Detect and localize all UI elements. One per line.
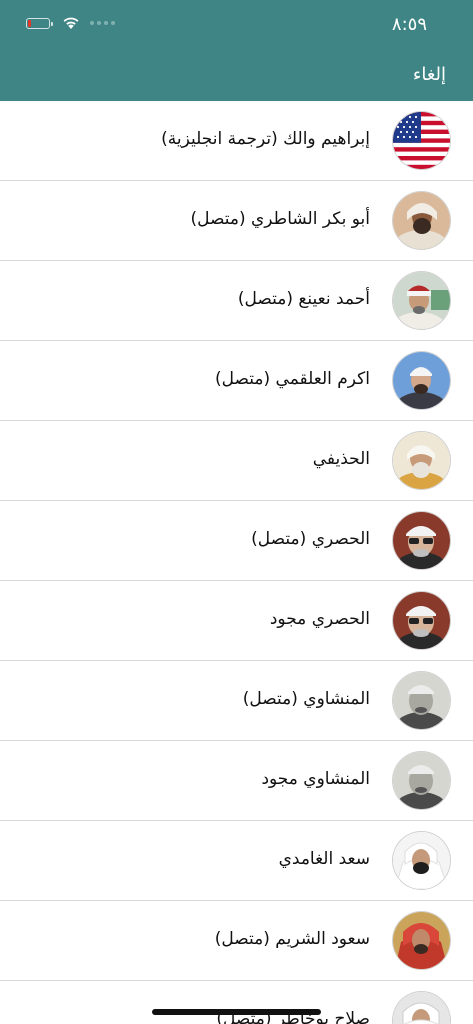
- status-indicators: [26, 16, 115, 30]
- reciter-name: سعود الشريم (متصل): [214, 929, 370, 949]
- us-flag-icon: [393, 112, 450, 169]
- list-item[interactable]: اكرم العلقمي (متصل): [0, 341, 473, 421]
- list-item[interactable]: الحذيفي: [0, 421, 473, 501]
- reciter-avatar: [393, 832, 450, 889]
- reciter-avatar: [393, 352, 450, 409]
- reciter-avatar: [393, 592, 450, 649]
- reciter-name: الحصري مجود: [269, 609, 370, 629]
- reciter-name: اكرم العلقمي (متصل): [215, 369, 370, 389]
- status-time: ٨:٥٩: [391, 14, 427, 35]
- reciter-avatar: [393, 672, 450, 729]
- reciter-list: إبراهيم والك (ترجمة انجليزية) أبو بكر ال…: [0, 101, 473, 1024]
- list-item[interactable]: صلاح بوخاطر (متصل): [0, 981, 473, 1024]
- reciter-name: الحذيفي: [312, 449, 370, 469]
- list-item[interactable]: أحمد نعينع (متصل): [0, 261, 473, 341]
- reciter-avatar: [393, 512, 450, 569]
- reciter-avatar: [393, 752, 450, 809]
- reciter-avatar: [393, 912, 450, 969]
- list-item[interactable]: الحصري مجود: [0, 581, 473, 661]
- home-indicator[interactable]: [152, 1009, 321, 1015]
- reciter-name: أبو بكر الشاطري (متصل): [190, 209, 370, 229]
- battery-icon: [26, 17, 53, 29]
- navigation-header: ٨:٥٩ إلغاء: [0, 0, 473, 101]
- reciter-name: أحمد نعينع (متصل): [237, 289, 370, 309]
- list-item[interactable]: المنشاوي (متصل): [0, 661, 473, 741]
- reciter-avatar: [393, 432, 450, 489]
- reciter-name: إبراهيم والك (ترجمة انجليزية): [161, 129, 370, 149]
- reciter-name: المنشاوي مجود: [261, 769, 370, 789]
- reciter-name: المنشاوي (متصل): [242, 689, 370, 709]
- wifi-icon: [63, 17, 79, 29]
- list-item[interactable]: أبو بكر الشاطري (متصل): [0, 181, 473, 261]
- list-item[interactable]: سعود الشريم (متصل): [0, 901, 473, 981]
- reciter-avatar: [393, 992, 450, 1024]
- list-item[interactable]: سعد الغامدي: [0, 821, 473, 901]
- cellular-signal-icon: [90, 21, 115, 25]
- reciter-name: الحصري (متصل): [251, 529, 370, 549]
- list-item[interactable]: الحصري (متصل): [0, 501, 473, 581]
- cancel-button[interactable]: إلغاء: [413, 64, 446, 85]
- reciter-avatar: [393, 272, 450, 329]
- reciter-picker-screen: ٨:٥٩ إلغاء إبراهيم والك (ترجمة انجليزية)…: [0, 0, 473, 1024]
- list-item[interactable]: إبراهيم والك (ترجمة انجليزية): [0, 101, 473, 181]
- reciter-name: سعد الغامدي: [278, 849, 370, 869]
- reciter-avatar: [393, 192, 450, 249]
- list-item[interactable]: المنشاوي مجود: [0, 741, 473, 821]
